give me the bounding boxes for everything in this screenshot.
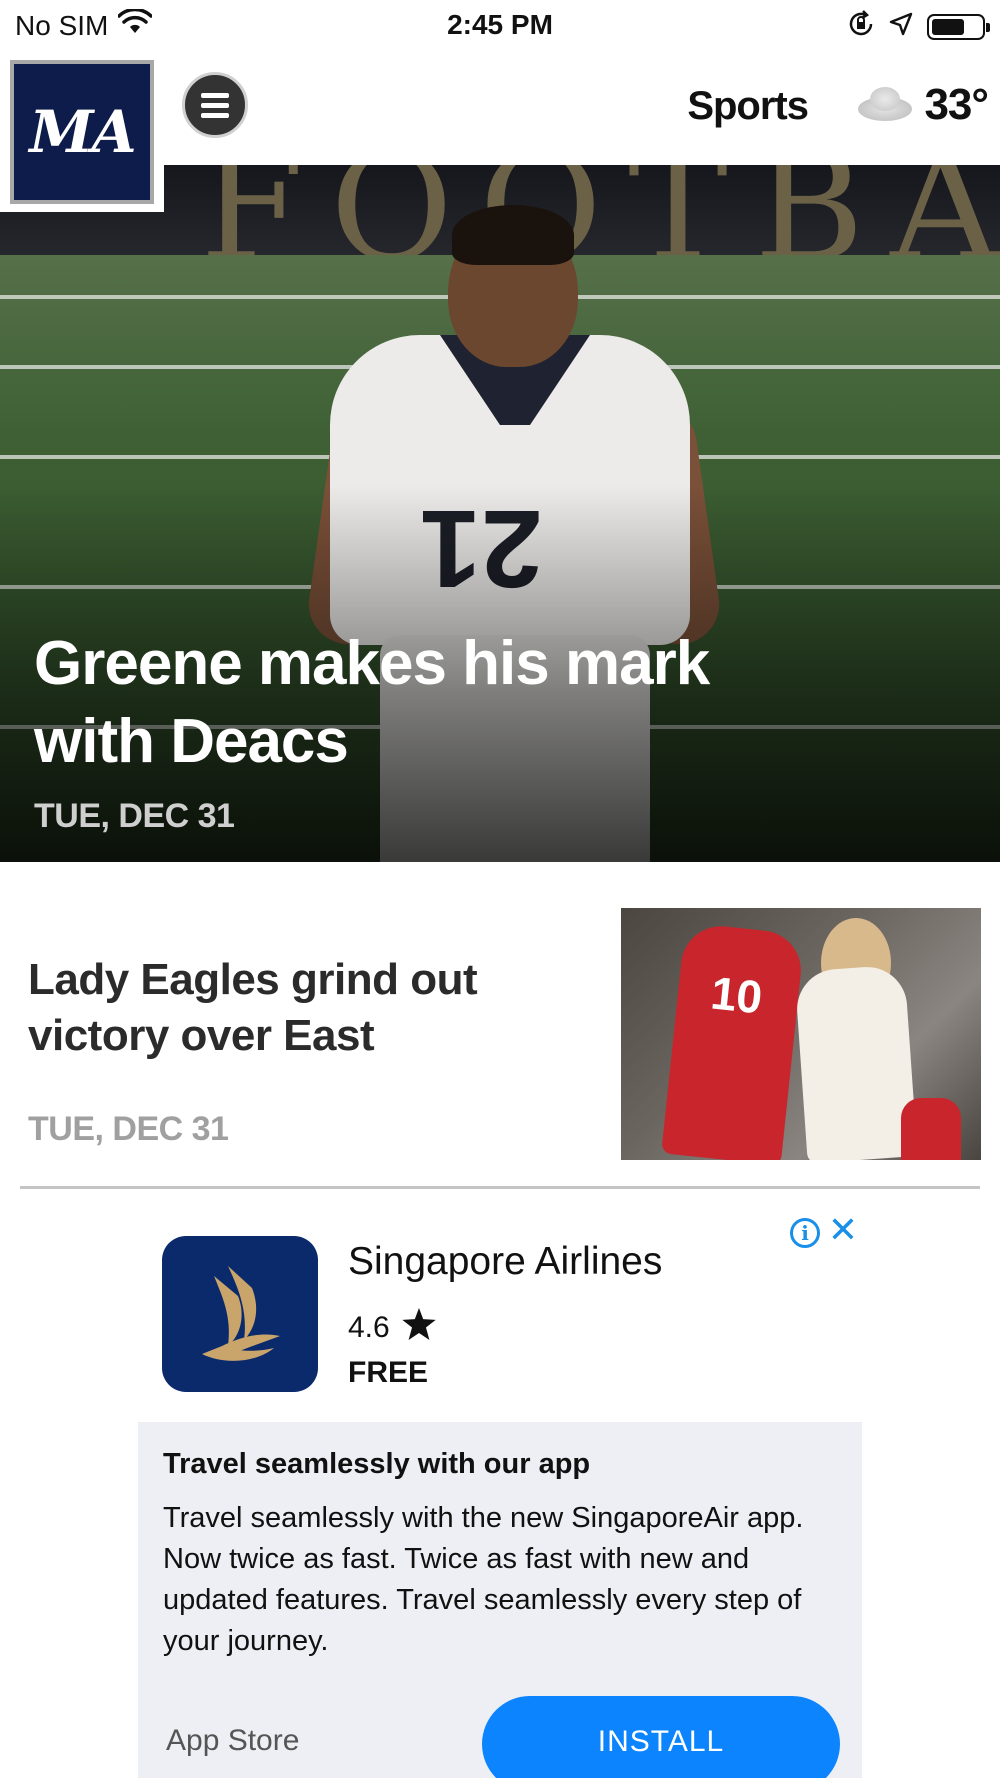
status-right xyxy=(847,10,990,43)
bird-logo-icon xyxy=(202,1266,280,1361)
battery-icon xyxy=(927,13,990,40)
install-button[interactable]: INSTALL xyxy=(482,1696,840,1778)
star-icon xyxy=(402,1308,436,1348)
orientation-lock-icon xyxy=(847,10,875,43)
hamburger-icon-line xyxy=(201,102,229,108)
hero-story[interactable]: FOOTBA 21 Greene makes his mark with Dea… xyxy=(0,165,1000,862)
section-title[interactable]: Sports xyxy=(687,84,809,129)
hero-headline[interactable]: Greene makes his mark with Deacs xyxy=(34,625,734,781)
logo-container[interactable]: MA xyxy=(0,52,164,212)
app-icon[interactable] xyxy=(162,1236,318,1392)
story-headline[interactable]: Lady Eagles grind out victory over East xyxy=(28,952,603,1064)
ad-headline: Travel seamlessly with our app xyxy=(163,1448,591,1480)
location-arrow-icon xyxy=(889,12,913,41)
ad-close-icon[interactable]: ✕ xyxy=(826,1212,860,1248)
divider xyxy=(20,1186,980,1189)
ad-rating: 4.6 xyxy=(348,1308,436,1348)
app-install-ad[interactable]: i ✕ Singapore Airlines 4.6 FREE Travel s… xyxy=(0,1190,1000,1778)
hamburger-icon-line xyxy=(201,112,229,118)
ad-price: FREE xyxy=(348,1356,429,1389)
hamburger-icon-line xyxy=(201,92,229,98)
menu-button[interactable] xyxy=(182,72,248,138)
story-card[interactable]: Lady Eagles grind out victory over East … xyxy=(0,862,1000,1188)
status-bar: No SIM 2:45 PM xyxy=(0,0,1000,50)
ad-info-icon[interactable]: i xyxy=(790,1218,820,1248)
ad-store-label: App Store xyxy=(166,1724,300,1757)
hero-date: TUE, DEC 31 xyxy=(34,797,235,835)
temperature: 33° xyxy=(924,80,989,129)
ad-body: Travel seamlessly with the new Singapore… xyxy=(163,1502,804,1657)
rating-value: 4.6 xyxy=(348,1311,390,1344)
logo: MA xyxy=(10,60,154,204)
story-date: TUE, DEC 31 xyxy=(28,1110,229,1148)
ad-app-name: Singapore Airlines xyxy=(348,1240,663,1283)
story-thumbnail[interactable]: 10 xyxy=(621,908,981,1160)
ad-description-box: Travel seamlessly with our app Travel se… xyxy=(138,1422,862,1778)
cloudy-icon xyxy=(850,83,916,127)
weather-widget[interactable]: 33° xyxy=(850,80,989,130)
